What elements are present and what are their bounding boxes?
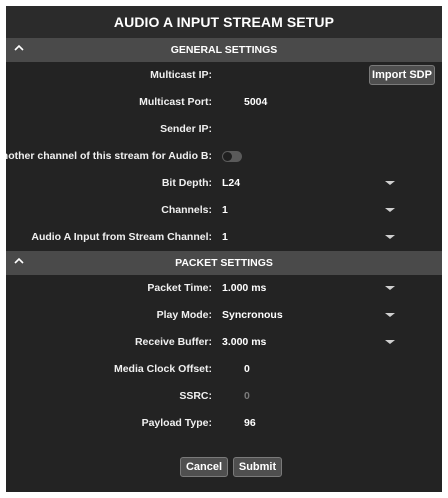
sender-ip-row: Sender IP: xyxy=(6,116,442,143)
input-channel-select[interactable]: 1 xyxy=(222,224,228,251)
multicast-ip-row: Multicast IP: Import SDP xyxy=(6,62,442,89)
sender-ip-label: Sender IP: xyxy=(160,123,212,135)
caret-down-icon[interactable] xyxy=(385,235,395,239)
multicast-port-label: Multicast Port: xyxy=(139,96,212,108)
caret-down-icon[interactable] xyxy=(385,313,395,317)
select-channel-row: Select another channel of this stream fo… xyxy=(6,143,442,170)
packet-settings-header[interactable]: PACKET SETTINGS xyxy=(6,251,442,275)
input-channel-row: Audio A Input from Stream Channel: 1 xyxy=(6,224,442,251)
multicast-port-row: Multicast Port: 5004 xyxy=(6,89,442,116)
receive-buffer-label: Receive Buffer: xyxy=(134,336,212,348)
payload-type-field[interactable]: 96 xyxy=(244,410,256,437)
channels-select[interactable]: 1 xyxy=(222,197,228,224)
packet-time-row: Packet Time: 1.000 ms xyxy=(6,275,442,302)
multicast-port-field[interactable]: 5004 xyxy=(244,89,267,116)
select-channel-label: Select another channel of this stream fo… xyxy=(6,150,212,162)
dialog-title: AUDIO A INPUT STREAM SETUP xyxy=(6,6,442,38)
channels-label: Channels: xyxy=(161,204,212,216)
packet-time-label: Packet Time: xyxy=(147,282,212,294)
multicast-ip-label: Multicast IP: xyxy=(150,69,212,81)
ssrc-field: 0 xyxy=(244,390,250,402)
channels-row: Channels: 1 xyxy=(6,197,442,224)
packet-settings-title: PACKET SETTINGS xyxy=(175,257,273,269)
caret-down-icon[interactable] xyxy=(385,286,395,290)
input-channel-label: Audio A Input from Stream Channel: xyxy=(31,231,212,243)
media-clock-offset-row: Media Clock Offset: 0 xyxy=(6,356,442,383)
dialog-footer: Cancel Submit xyxy=(6,451,442,479)
caret-down-icon[interactable] xyxy=(385,181,395,185)
bit-depth-row: Bit Depth: L24 xyxy=(6,170,442,197)
receive-buffer-row: Receive Buffer: 3.000 ms xyxy=(6,329,442,356)
toggle-knob xyxy=(223,152,232,161)
receive-buffer-select[interactable]: 3.000 ms xyxy=(222,329,266,356)
chevron-up-icon[interactable] xyxy=(13,255,25,267)
general-settings-title: GENERAL SETTINGS xyxy=(170,44,278,56)
ssrc-row: SSRC: 0 xyxy=(6,383,442,410)
packet-time-select[interactable]: 1.000 ms xyxy=(222,275,266,302)
caret-down-icon[interactable] xyxy=(385,208,395,212)
submit-button[interactable]: Submit xyxy=(233,457,282,477)
cancel-button[interactable]: Cancel xyxy=(180,457,228,477)
media-clock-offset-label: Media Clock Offset: xyxy=(113,363,212,375)
play-mode-row: Play Mode: Syncronous xyxy=(6,302,442,329)
chevron-up-icon[interactable] xyxy=(13,42,25,54)
select-channel-toggle[interactable] xyxy=(222,151,242,162)
general-settings-header[interactable]: GENERAL SETTINGS xyxy=(6,38,442,62)
payload-type-label: Payload Type: xyxy=(141,417,212,429)
bit-depth-label: Bit Depth: xyxy=(161,177,212,189)
media-clock-offset-field[interactable]: 0 xyxy=(244,356,250,383)
caret-down-icon[interactable] xyxy=(385,340,395,344)
stream-setup-dialog: AUDIO A INPUT STREAM SETUP GENERAL SETTI… xyxy=(6,6,442,492)
payload-type-row: Payload Type: 96 xyxy=(6,410,442,437)
ssrc-label: SSRC: xyxy=(179,390,212,402)
import-sdp-button[interactable]: Import SDP xyxy=(369,65,435,85)
play-mode-label: Play Mode: xyxy=(156,309,212,321)
bit-depth-select[interactable]: L24 xyxy=(222,170,240,197)
play-mode-select[interactable]: Syncronous xyxy=(222,302,283,329)
